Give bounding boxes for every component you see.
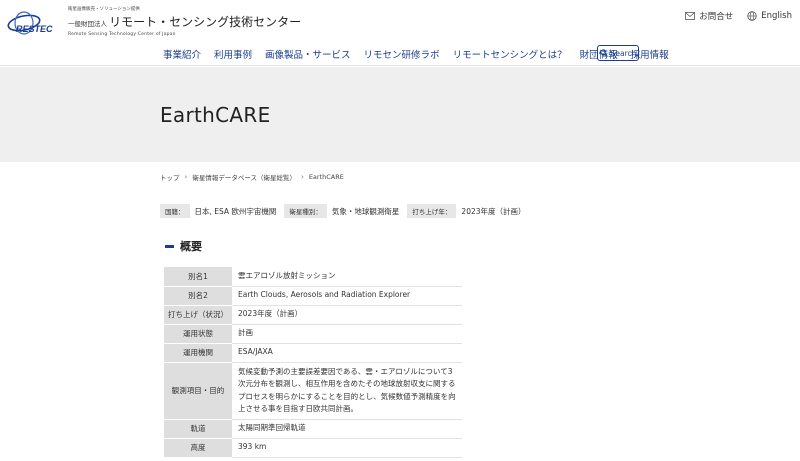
row-value: 計画: [232, 324, 462, 344]
breadcrumb-database[interactable]: 衛星情報データベース（衛星総覧）: [192, 172, 296, 182]
table-row: 高度 393 km: [164, 438, 462, 458]
brand-block[interactable]: 衛星画像販売・ソリューション提供 一般財団法人 リモート・センシング技術センター…: [68, 7, 301, 38]
brand-tagline: 衛星画像販売・ソリューション提供: [68, 7, 140, 12]
row-label: 別名2: [164, 286, 232, 306]
breadcrumb-current: EarthCARE: [308, 173, 344, 181]
row-label: 運用機関: [164, 343, 232, 363]
row-value: 気候変動予測の主要誤差要因である、雲・エアロゾルについて3次元分布を観測し、相互…: [232, 362, 462, 420]
chevron-right-icon: ›: [301, 173, 304, 181]
top-links: お問合せ English: [685, 10, 792, 22]
row-value: 393 km: [232, 438, 462, 458]
site-header: RESTEC 衛星画像販売・ソリューション提供 一般財団法人 リモート・センシン…: [0, 0, 800, 66]
row-value: 太陽同期準回帰軌道: [232, 419, 462, 439]
search-button[interactable]: Search: [597, 45, 639, 61]
table-row: 打ち上げ（状況） 2023年度（計画）: [164, 305, 462, 325]
brand-english-name: Remote Sensing Technology Center of Japa…: [68, 32, 176, 37]
nav-item-about-rs[interactable]: リモートセンシングとは？: [453, 47, 567, 61]
chevron-right-icon: ›: [184, 173, 188, 181]
satellite-meta: 国籍： 日本, ESA 欧州宇宙機関 衛星種別： 気象・地球観測衛星 打ち上げ年…: [160, 204, 534, 218]
search-icon: [599, 49, 608, 57]
country-value: 日本, ESA 欧州宇宙機関: [194, 206, 277, 216]
row-label: 観測項目・目的: [164, 362, 232, 420]
row-value: 2023年度（計画）: [232, 305, 462, 325]
row-label: 高度: [164, 438, 232, 458]
nav-item-cases[interactable]: 利用事例: [214, 47, 252, 61]
type-label: 衛星種別：: [284, 204, 327, 218]
english-link[interactable]: English: [747, 10, 792, 22]
row-value: ESA/JAXA: [232, 343, 462, 363]
logo-wordmark: RESTEC: [16, 24, 53, 34]
nav-item-business[interactable]: 事業紹介: [163, 47, 201, 61]
row-label: 別名1: [164, 267, 232, 287]
mail-icon: [685, 12, 696, 20]
row-value: 雲エアロゾル放射ミッション: [232, 267, 462, 287]
row-label: 打ち上げ（状況）: [164, 305, 232, 325]
table-row: 軌道 太陽同期準回帰軌道: [164, 419, 462, 439]
globe-icon: [747, 11, 757, 21]
heading-bar: [165, 244, 174, 248]
nav-item-training[interactable]: リモセン研修ラボ: [364, 47, 440, 61]
page-hero: EarthCARE: [0, 67, 800, 162]
brand-org-name: リモート・センシング技術センター: [109, 15, 302, 29]
brand-org: 一般財団法人 リモート・センシング技術センター: [68, 16, 301, 31]
launch-value: 2023年度（計画）: [461, 206, 526, 216]
nav-item-products[interactable]: 画像製品・サービス: [265, 47, 351, 61]
launch-label: 打ち上げ年：: [407, 204, 457, 218]
english-label: English: [761, 11, 792, 21]
overview-heading: 概要: [165, 238, 202, 254]
table-row: 別名1 雲エアロゾル放射ミッション: [164, 267, 462, 287]
page-title: EarthCARE: [160, 103, 271, 127]
table-row: 別名2 Earth Clouds, Aerosols and Radiation…: [164, 286, 462, 306]
contact-label: お問合せ: [699, 12, 734, 22]
brand-org-prefix: 一般財団法人: [68, 20, 107, 28]
table-row: 運用状態 計画: [164, 324, 462, 344]
overview-table: 別名1 雲エアロゾル放射ミッション 別名2 Earth Clouds, Aero…: [164, 267, 462, 458]
search-label: Search: [610, 48, 637, 58]
breadcrumb-top[interactable]: トップ: [160, 172, 180, 182]
restec-logo[interactable]: RESTEC: [6, 10, 62, 36]
row-label: 運用状態: [164, 324, 232, 344]
breadcrumb: トップ › 衛星情報データベース（衛星総覧） › EarthCARE: [160, 172, 344, 182]
table-row: 運用機関 ESA/JAXA: [164, 343, 462, 363]
country-label: 国籍：: [160, 204, 190, 218]
type-value: 気象・地球観測衛星: [331, 206, 400, 216]
table-row: 観測項目・目的 気候変動予測の主要誤差要因である、雲・エアロゾルについて3次元分…: [164, 362, 462, 420]
row-value: Earth Clouds, Aerosols and Radiation Exp…: [232, 286, 462, 306]
overview-title: 概要: [180, 240, 202, 253]
row-label: 軌道: [164, 419, 232, 439]
contact-link[interactable]: お問合せ: [685, 10, 733, 22]
